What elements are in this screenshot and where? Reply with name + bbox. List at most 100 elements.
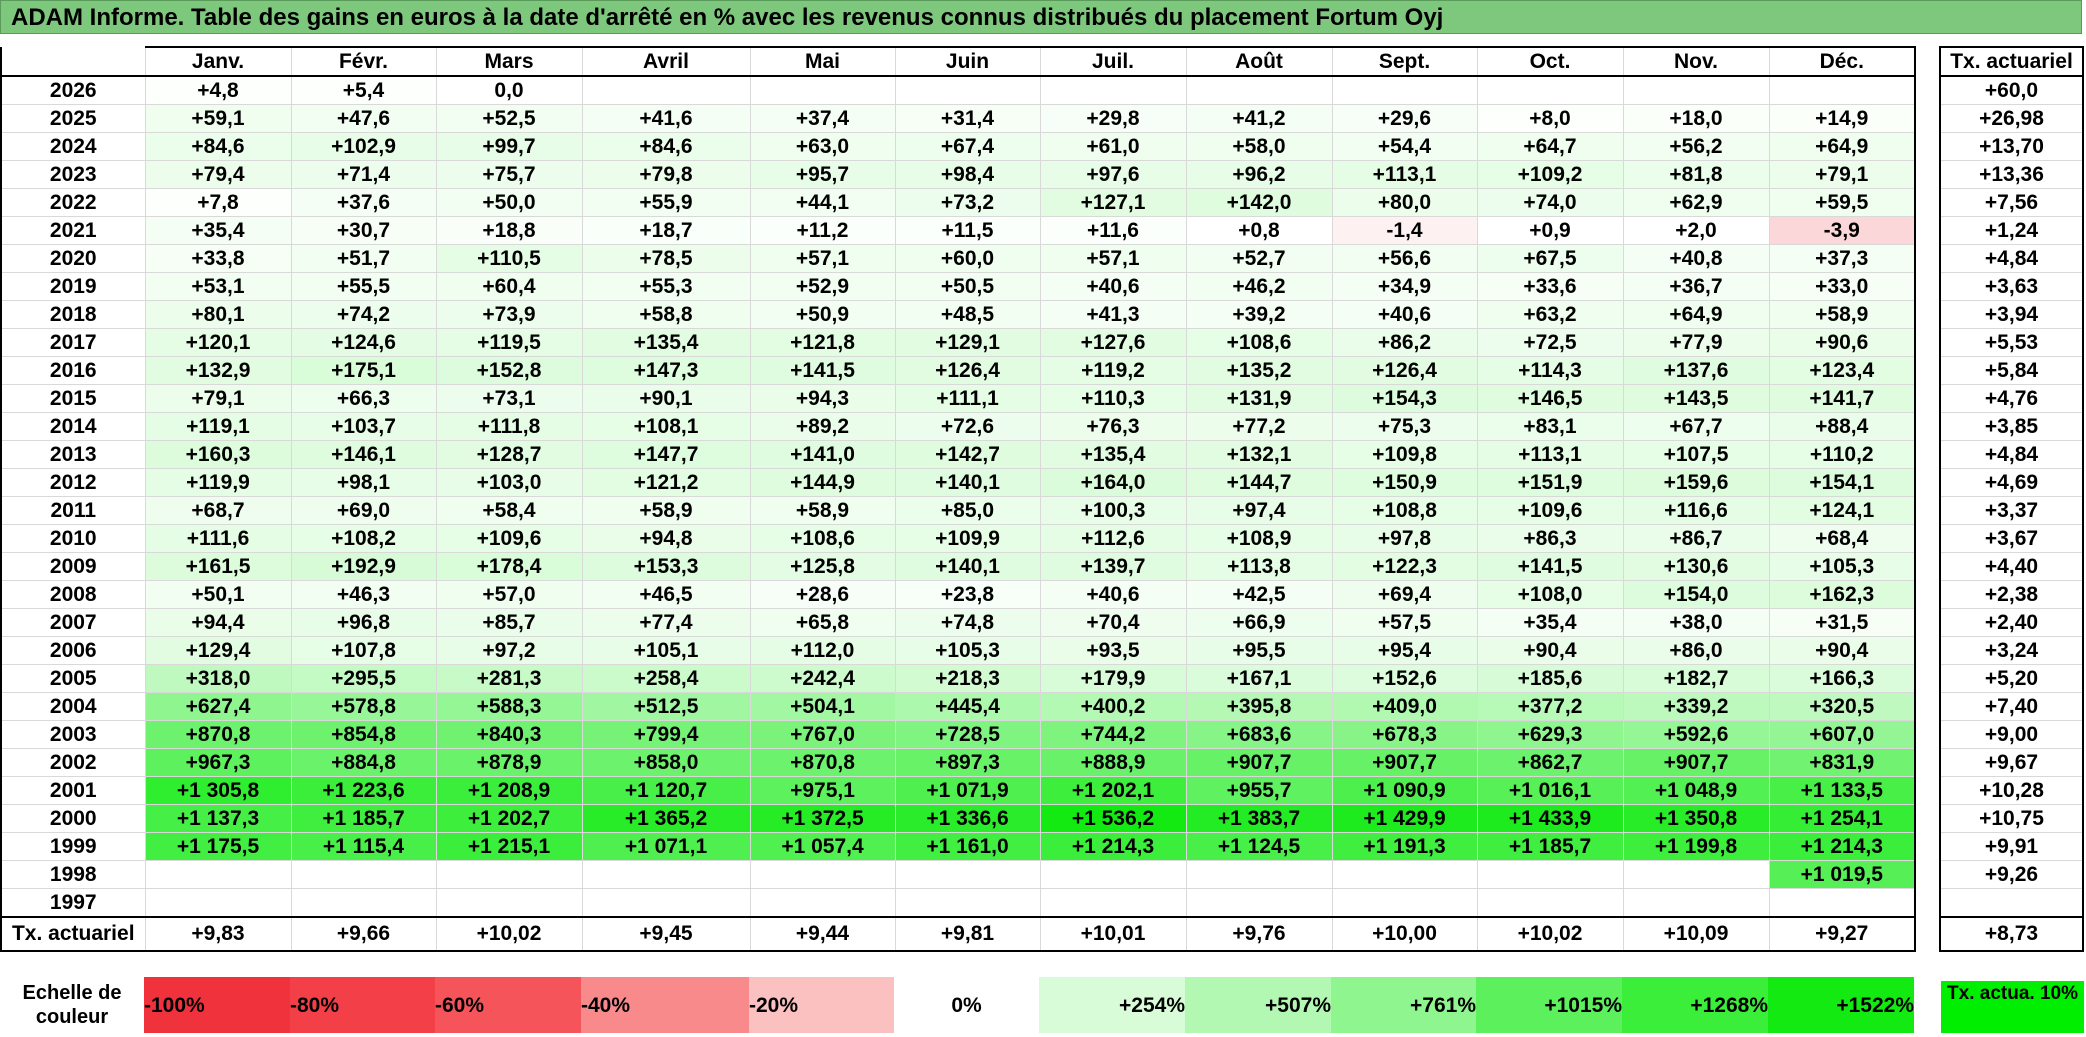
gain-cell [1331, 860, 1478, 889]
gain-cell: +37,6 [290, 188, 437, 217]
actuarial-row: +9,67 [1939, 748, 2084, 777]
gain-cell: +72,5 [1476, 328, 1624, 357]
gain-cell: +11,6 [1039, 216, 1187, 245]
gain-cell: +728,5 [894, 720, 1041, 749]
gain-cell: +67,5 [1476, 244, 1624, 273]
gain-cell: +84,6 [144, 132, 292, 161]
actuarial-cell: +7,40 [1939, 692, 2084, 721]
gain-cell: +80,1 [144, 300, 292, 329]
gain-cell: +59,1 [144, 104, 292, 133]
gain-cell: +4,8 [144, 75, 292, 105]
gain-cell: +1 536,2 [1039, 804, 1187, 833]
gain-cell: +58,0 [1185, 132, 1333, 161]
table-row: 1998 +1 019,5 [0, 860, 1916, 889]
gain-cell [1331, 75, 1478, 105]
actuarial-cell: +1,24 [1939, 216, 2084, 245]
gain-cell: +135,4 [1039, 440, 1187, 469]
gain-cell: +121,8 [749, 328, 896, 357]
year-label: 2013 [0, 440, 146, 469]
gain-cell: +96,2 [1185, 160, 1333, 189]
gain-cell: +88,4 [1768, 412, 1916, 441]
gain-cell: +111,6 [144, 524, 292, 553]
year-label: 2024 [0, 132, 146, 161]
table-row: 2026 +4,8 +5,4 0,0 [0, 75, 1916, 105]
gain-cell [894, 888, 1041, 918]
gain-cell: +31,5 [1768, 608, 1916, 637]
gain-cell: +153,3 [581, 552, 751, 581]
gain-cell: +100,3 [1039, 496, 1187, 525]
year-label: 2016 [0, 356, 146, 385]
gain-cell: +76,3 [1039, 412, 1187, 441]
gain-cell: +175,1 [290, 356, 437, 385]
actuarial-row: +5,53 [1939, 328, 2084, 357]
gain-cell: +142,0 [1185, 188, 1333, 217]
gain-cell: +73,2 [894, 188, 1041, 217]
table-row: 2000 +1 137,3 +1 185,7 +1 202,7 +1 365,2 +1 3… [0, 804, 1916, 833]
gain-cell: +99,7 [435, 132, 583, 161]
gain-cell: +72,6 [894, 412, 1041, 441]
gain-cell: +1 223,6 [290, 776, 437, 805]
actuarial-cell: +9,00 [1939, 720, 2084, 749]
year-label: 2020 [0, 244, 146, 273]
gain-cell: +111,1 [894, 384, 1041, 413]
year-label: 1997 [0, 888, 146, 918]
table-row: 2016 +132,9 +175,1 +152,8 +147,3 +141,5 +126,4… [0, 356, 1916, 385]
gain-cell: +0,9 [1476, 216, 1624, 245]
gain-cell: +854,8 [290, 720, 437, 749]
table-row: 2003 +870,8 +854,8 +840,3 +799,4 +767,0 +728,5… [0, 720, 1916, 749]
gain-cell: +52,5 [435, 104, 583, 133]
actuarial-row: +4,69 [1939, 468, 2084, 497]
gain-cell: +39,2 [1185, 300, 1333, 329]
gain-cell [1185, 75, 1333, 105]
footer-actuarial-cell: +9,66 [290, 916, 437, 952]
actuarial-cell [1939, 888, 2084, 918]
gain-cell: +1 175,5 [144, 832, 292, 861]
gain-cell [581, 860, 751, 889]
gain-cell: +128,7 [435, 440, 583, 469]
gain-cell: +55,5 [290, 272, 437, 301]
gain-cell: +1 185,7 [290, 804, 437, 833]
gain-cell: +14,9 [1768, 104, 1916, 133]
gain-cell: +112,0 [749, 636, 896, 665]
gain-cell: +97,8 [1331, 524, 1478, 553]
gain-cell: +110,2 [1768, 440, 1916, 469]
gain-cell: +744,2 [1039, 720, 1187, 749]
gain-cell: +86,3 [1476, 524, 1624, 553]
actuarial-cell: +4,76 [1939, 384, 2084, 413]
gain-cell: +627,4 [144, 692, 292, 721]
table-row: 2019 +53,1 +55,5 +60,4 +55,3 +52,9 +50,5 +40,6 +… [0, 272, 1916, 301]
gain-cell [581, 75, 751, 105]
gain-cell: +767,0 [749, 720, 896, 749]
gain-cell: +119,2 [1039, 356, 1187, 385]
actuarial-cell: +13,36 [1939, 160, 2084, 189]
gain-cell: +141,5 [1476, 552, 1624, 581]
actuarial-row: +2,38 [1939, 580, 2084, 609]
gain-cell: +124,6 [290, 328, 437, 357]
month-header: Avril [581, 46, 751, 77]
actuarial-cell: +4,84 [1939, 440, 2084, 469]
actuarial-cell: +4,84 [1939, 244, 2084, 273]
gain-cell [435, 860, 583, 889]
gain-cell: +1 115,4 [290, 832, 437, 861]
gain-cell: +90,6 [1768, 328, 1916, 357]
gain-cell: +69,4 [1331, 580, 1478, 609]
actuarial-cell: +5,20 [1939, 664, 2084, 693]
gain-cell: +50,0 [435, 188, 583, 217]
gain-cell: +85,7 [435, 608, 583, 637]
gain-cell: +164,0 [1039, 468, 1187, 497]
gain-cell [1622, 75, 1770, 105]
gain-cell: +870,8 [749, 748, 896, 777]
gain-cell: +51,7 [290, 244, 437, 273]
gain-cell: +105,1 [581, 636, 751, 665]
gain-cell: +1 199,8 [1622, 832, 1770, 861]
gain-cell: +28,6 [749, 580, 896, 609]
gain-cell: +33,8 [144, 244, 292, 273]
gain-cell: +8,0 [1476, 104, 1624, 133]
gain-cell: +1 215,1 [435, 832, 583, 861]
gain-cell: +131,9 [1185, 384, 1333, 413]
gain-cell: +182,7 [1622, 664, 1770, 693]
gain-cell: +141,7 [1768, 384, 1916, 413]
gain-cell: +86,7 [1622, 524, 1770, 553]
gain-cell: +109,8 [1331, 440, 1478, 469]
gain-cell: +110,5 [435, 244, 583, 273]
